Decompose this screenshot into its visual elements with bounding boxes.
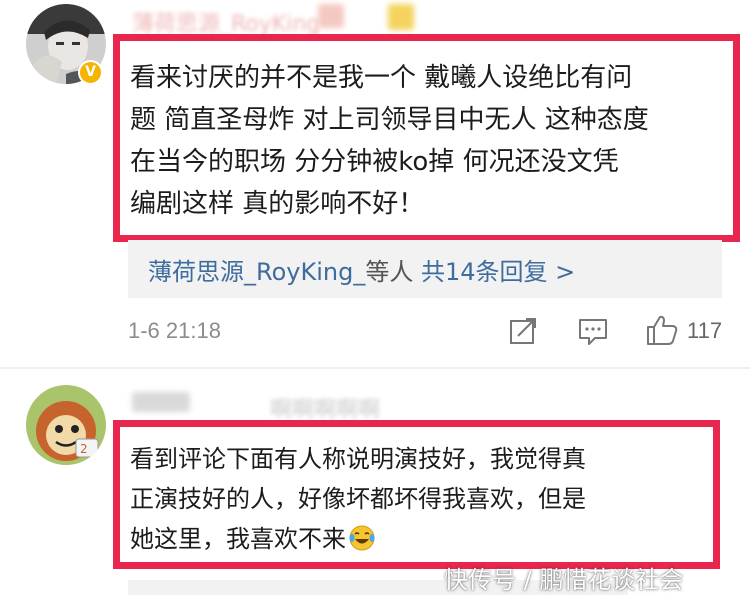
comment-text-line: 正演技好的人，好像坏都坏得我喜欢，但是	[130, 485, 586, 513]
blurred-emoji	[388, 4, 414, 30]
comment-text-line: 看来讨厌的并不是我一个 戴曦人设绝比有问	[130, 63, 633, 93]
comment-divider	[0, 367, 750, 369]
comment-timestamp: 1-6 21:18	[128, 318, 221, 343]
reply-count-link[interactable]: 共14条回复 >	[421, 258, 575, 286]
comment-text-line: 编剧这样 真的影响不好！	[130, 189, 425, 219]
laugh-cry-emoji-icon	[349, 525, 375, 551]
reply-user-name[interactable]: 薄荷思源_RoyKing_	[148, 258, 365, 286]
comment-text-line: 在当今的职场 分分钟被ko掉 何况还没文凭	[130, 147, 619, 177]
avatar[interactable]: 2	[26, 385, 106, 465]
reply-separator-text: 等人	[365, 258, 414, 286]
verified-badge-icon: V	[78, 60, 103, 85]
reply-preview-link[interactable]: 薄荷思源_RoyKing_等人 共14条回复 >	[148, 252, 575, 287]
share-icon[interactable]	[508, 316, 538, 346]
watermark: 快传号 / 鹏惜花谈社会	[444, 566, 684, 594]
reply-preview[interactable]: 薄荷思源_RoyKing_等人 共14条回复 >	[128, 240, 722, 298]
comment-text-line: 看到评论下面有人称说明演技好，我觉得真	[130, 445, 586, 473]
highlighted-comment: 看来讨厌的并不是我一个 戴曦人设绝比有问 题 简直圣母炸 对上司领导目中无人 这…	[113, 34, 740, 242]
comment-text-line: 她这里，我喜欢不来	[130, 519, 376, 554]
comment-icon[interactable]	[577, 316, 609, 346]
blurred-username-part	[132, 392, 190, 412]
comment-text-fragment: 她这里，我喜欢不来	[130, 525, 346, 553]
blurred-emoji	[318, 4, 344, 28]
svg-text:2: 2	[80, 442, 88, 456]
cartoon-avatar-icon: 2	[26, 385, 106, 465]
like-icon[interactable]	[645, 313, 679, 347]
highlighted-comment: 看到评论下面有人称说明演技好，我觉得真 正演技好的人，好像坏都坏得我喜欢，但是 …	[113, 420, 720, 569]
like-count: 117	[687, 318, 723, 343]
comment-text-line: 题 简直圣母炸 对上司领导目中无人 这种态度	[130, 105, 649, 135]
